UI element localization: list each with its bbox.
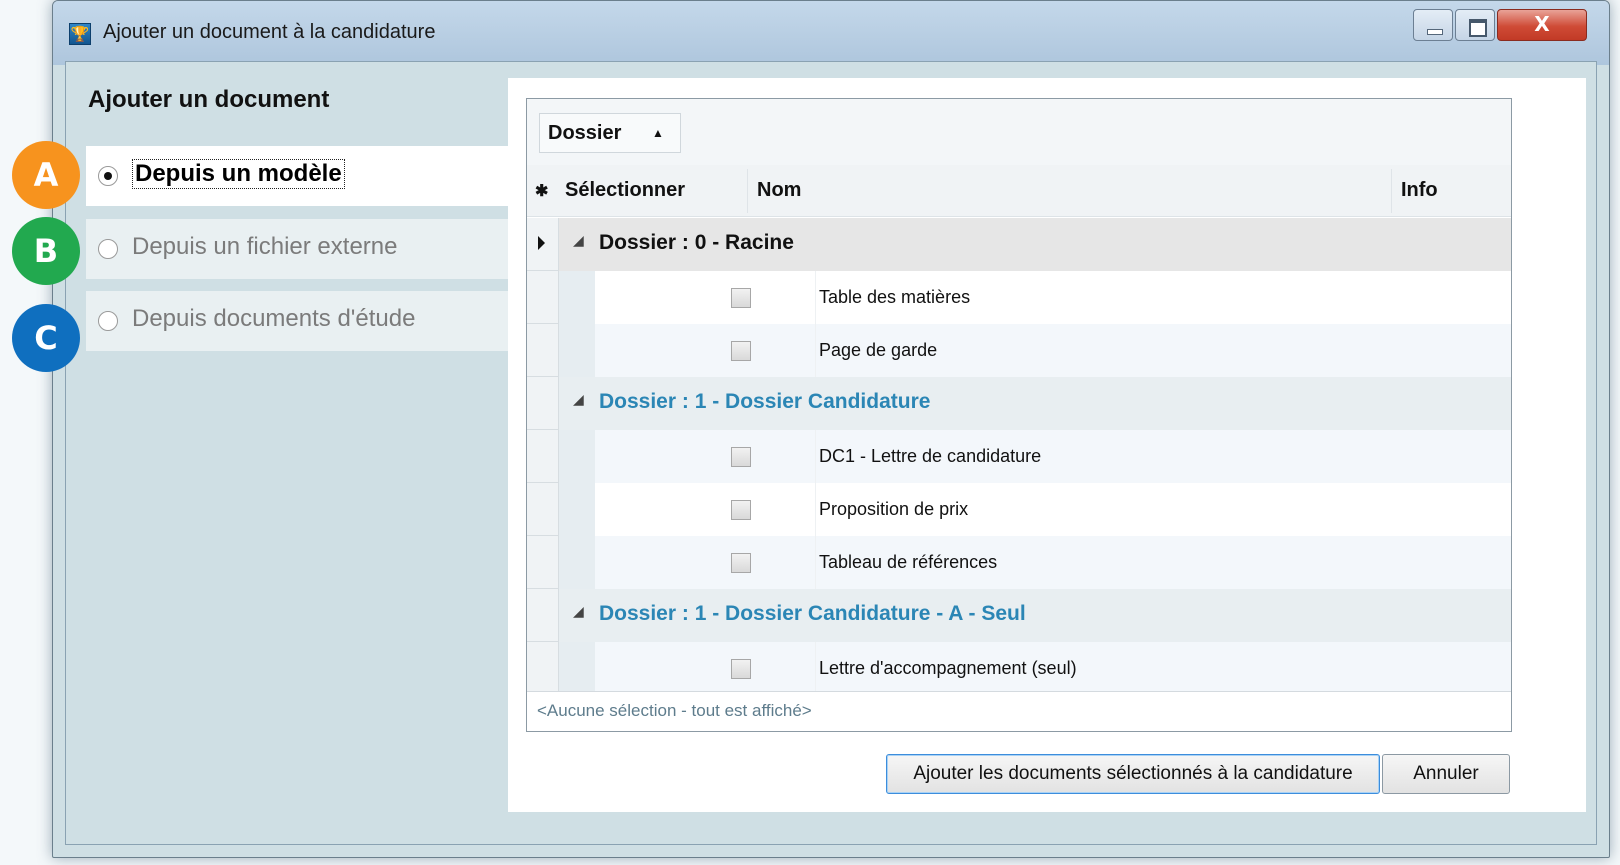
cancel-button[interactable]: Annuler	[1382, 754, 1510, 794]
close-button[interactable]: X	[1497, 9, 1587, 41]
document-name: Proposition de prix	[819, 499, 969, 519]
radio-button[interactable]	[98, 311, 118, 331]
option-label: Depuis documents d'étude	[132, 305, 416, 332]
option-label: Depuis un fichier externe	[132, 233, 398, 260]
trophy-icon: 🏆	[69, 23, 91, 45]
group-indent	[559, 271, 595, 324]
column-header-name[interactable]: Nom	[757, 179, 801, 202]
group-indent	[559, 483, 595, 536]
group-indent	[559, 324, 595, 377]
select-checkbox[interactable]	[731, 500, 751, 520]
current-row-arrow-icon	[538, 236, 545, 250]
collapse-icon[interactable]: ◢	[573, 232, 584, 249]
select-checkbox[interactable]	[731, 553, 751, 573]
asterisk-icon: ✱	[535, 183, 549, 200]
option-from-external-file[interactable]: Depuis un fichier externe	[86, 219, 510, 279]
group-title: Dossier : 1 - Dossier Candidature	[599, 390, 931, 413]
group-indent	[559, 430, 595, 483]
radio-button[interactable]	[98, 166, 118, 186]
dialog-content: Ajouter un document Depuis un modèle Dep…	[65, 61, 1597, 845]
column-line	[815, 430, 816, 483]
document-name: DC1 - Lettre de candidature	[819, 446, 1042, 466]
row-indicator	[527, 377, 559, 430]
column-header-select[interactable]: Sélectionner	[565, 179, 685, 202]
annotation-badge-b: B	[12, 217, 80, 285]
grid-header: ✱ Sélectionner Nom Info	[527, 165, 1511, 217]
option-from-template[interactable]: Depuis un modèle	[86, 146, 510, 206]
table-row[interactable]: Page de garde	[527, 324, 1511, 377]
maximize-button[interactable]	[1455, 9, 1495, 41]
collapse-icon[interactable]: ◢	[573, 391, 584, 408]
group-title: Dossier : 1 - Dossier Candidature - A - …	[599, 602, 1026, 625]
row-indicator	[527, 642, 559, 695]
annotation-badge-a: A	[12, 141, 80, 209]
row-indicator	[527, 536, 559, 589]
collapse-icon[interactable]: ◢	[573, 603, 584, 620]
table-row[interactable]: Table des matières	[527, 271, 1511, 324]
table-row[interactable]: DC1 - Lettre de candidature	[527, 430, 1511, 483]
table-row[interactable]: Proposition de prix	[527, 483, 1511, 536]
window-title: Ajouter un document à la candidature	[103, 21, 436, 43]
column-separator	[1391, 169, 1392, 213]
filter-status-bar: <Aucune sélection - tout est affiché>	[527, 691, 1511, 731]
table-row[interactable]: Lettre d'accompagnement (seul)	[527, 642, 1511, 695]
dialog-window: 🏆 Ajouter un document à la candidature X…	[52, 0, 1610, 858]
group-row[interactable]: ◢ Dossier : 0 - Racine	[527, 218, 1511, 271]
group-row[interactable]: ◢ Dossier : 1 - Dossier Candidature	[527, 377, 1511, 430]
minimize-button[interactable]	[1413, 9, 1453, 41]
column-line	[815, 642, 816, 695]
select-checkbox[interactable]	[731, 447, 751, 467]
row-indicator	[527, 430, 559, 483]
row-indicator	[527, 271, 559, 324]
column-line	[815, 324, 816, 377]
group-row[interactable]: ◢ Dossier : 1 - Dossier Candidature - A …	[527, 589, 1511, 642]
section-title: Ajouter un document	[88, 86, 330, 113]
radio-button[interactable]	[98, 239, 118, 259]
row-indicator	[527, 324, 559, 377]
document-panel: Dossier ▲ ✱ Sélectionner Nom Info ◢ Doss…	[508, 78, 1586, 812]
group-chip-label: Dossier	[548, 122, 622, 144]
group-by-bar: Dossier ▲	[527, 99, 1511, 165]
option-label: Depuis un modèle	[132, 159, 345, 189]
row-indicator	[527, 589, 559, 642]
column-line	[815, 271, 816, 324]
add-selected-documents-button[interactable]: Ajouter les documents sélectionnés à la …	[886, 754, 1380, 794]
sort-ascending-icon: ▲	[652, 126, 664, 140]
group-chip-dossier[interactable]: Dossier ▲	[539, 113, 681, 153]
row-indicator	[527, 483, 559, 536]
group-indent	[559, 642, 595, 695]
document-grid: Dossier ▲ ✱ Sélectionner Nom Info ◢ Doss…	[526, 98, 1512, 732]
group-title: Dossier : 0 - Racine	[599, 231, 794, 254]
option-from-study-documents[interactable]: Depuis documents d'étude	[86, 291, 510, 351]
document-name: Table des matières	[819, 287, 971, 307]
select-checkbox[interactable]	[731, 341, 751, 361]
title-bar[interactable]: 🏆 Ajouter un document à la candidature X	[53, 1, 1609, 65]
group-indent	[559, 536, 595, 589]
column-header-info[interactable]: Info	[1401, 179, 1438, 202]
document-name: Tableau de références	[819, 552, 998, 572]
document-name: Page de garde	[819, 340, 938, 360]
column-separator	[747, 169, 748, 213]
annotation-badge-c: C	[12, 304, 80, 372]
select-checkbox[interactable]	[731, 288, 751, 308]
table-row[interactable]: Tableau de références	[527, 536, 1511, 589]
column-line	[815, 483, 816, 536]
document-name: Lettre d'accompagnement (seul)	[819, 658, 1077, 678]
select-checkbox[interactable]	[731, 659, 751, 679]
row-indicator	[527, 218, 559, 271]
column-line	[815, 536, 816, 589]
